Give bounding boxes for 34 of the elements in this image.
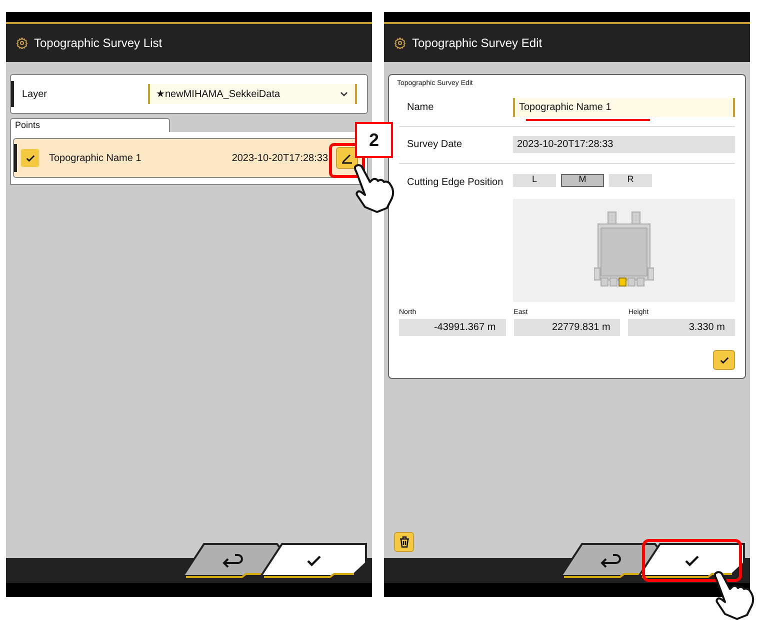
point-date: 2023-10-20T17:28:33: [232, 152, 328, 166]
step-number: 2: [355, 122, 393, 158]
pointing-hand-icon: [712, 570, 756, 620]
layer-label: Layer: [22, 88, 48, 102]
row-checkbox[interactable]: [21, 149, 39, 167]
gear-icon: [394, 37, 406, 49]
screen-title: Topographic Survey List: [34, 35, 162, 52]
survey-date-field: 2023-10-20T17:28:33: [513, 136, 735, 153]
position-option[interactable]: L: [513, 174, 556, 186]
position-option[interactable]: R: [609, 174, 652, 186]
screen-title: Topographic Survey Edit: [412, 35, 542, 52]
return-arrow-icon: [599, 553, 621, 569]
point-row[interactable]: Topographic Name 1 2023-10-20T17:28:33: [13, 138, 365, 178]
edit-button[interactable]: [336, 147, 358, 169]
point-name: Topographic Name 1: [49, 152, 142, 166]
back-button[interactable]: [182, 543, 282, 579]
field-label: Cutting Edge Position: [406, 176, 504, 190]
coordinate-value: 22779.831 m: [514, 319, 620, 336]
check-icon: [24, 152, 36, 164]
apply-button[interactable]: [713, 350, 735, 370]
coordinate-value: 3.330 m: [628, 319, 735, 336]
gear-icon: [16, 37, 28, 49]
field-label: Survey Date: [406, 138, 464, 152]
chevron-down-icon: [339, 89, 349, 99]
trash-icon: [398, 536, 410, 548]
check-icon: [718, 354, 730, 366]
return-arrow-icon: [221, 553, 243, 569]
delete-button[interactable]: [394, 532, 414, 552]
coordinate-value: -43991.367 m: [399, 319, 506, 336]
pencil-icon: [341, 152, 353, 164]
name-field[interactable]: Topographic Name 1: [513, 98, 735, 117]
field-label: Name: [406, 101, 435, 115]
layer-dropdown[interactable]: ★newMIHAMA_SekkeiData: [148, 84, 357, 104]
position-option[interactable]: M: [561, 174, 604, 186]
